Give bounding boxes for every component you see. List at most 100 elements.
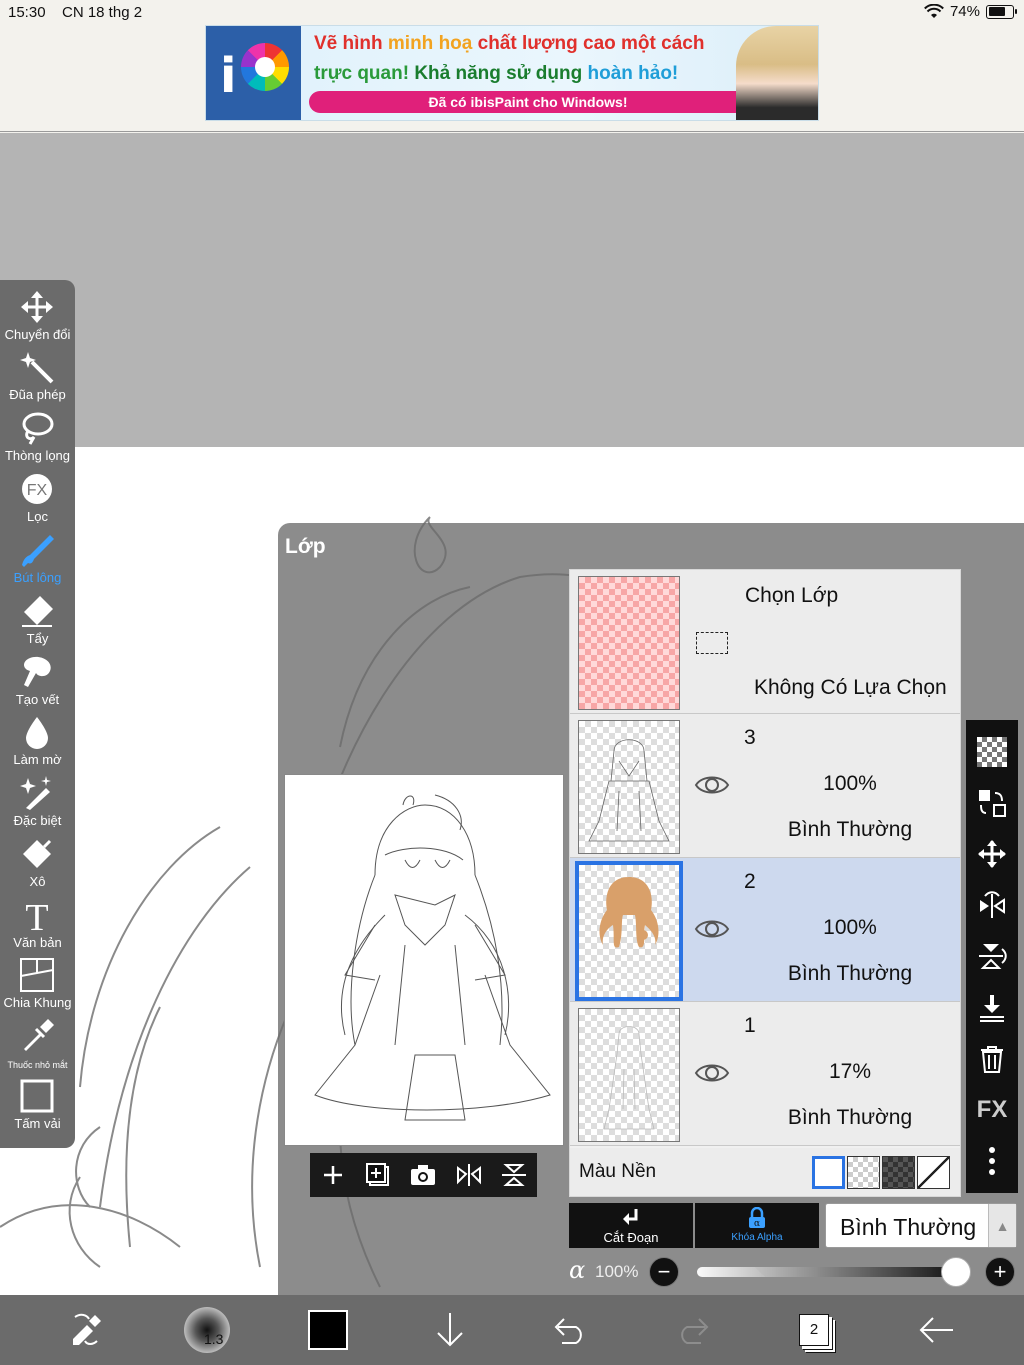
bg-dark-checker-option[interactable] xyxy=(882,1156,915,1189)
clipping-button[interactable]: Cắt Đoạn xyxy=(569,1203,693,1248)
visibility-eye-icon[interactable] xyxy=(694,916,730,942)
opacity-slider[interactable] xyxy=(697,1267,959,1277)
undo-icon[interactable] xyxy=(547,1307,595,1353)
brush-size-button[interactable]: 1.3 xyxy=(183,1307,231,1353)
layer-blend-mode: Bình Thường xyxy=(787,1106,913,1129)
tool-label: Thòng lọng xyxy=(4,448,71,463)
logo-letter-icon: i xyxy=(220,48,237,104)
tool-frame-divider[interactable]: Chia Khung xyxy=(0,956,75,1016)
lock-icon: α xyxy=(749,1207,765,1229)
ad-banner[interactable]: i Vẽ hình minh hoạ chất lượng cao một cá… xyxy=(205,25,819,121)
bucket-icon xyxy=(18,835,56,873)
canvas-outside-area xyxy=(0,133,1024,447)
move-icon xyxy=(18,288,56,326)
layer-opacity: 17% xyxy=(828,1060,872,1083)
tool-fx-filter[interactable]: FX Lọc xyxy=(0,470,75,530)
tool-bucket[interactable]: Xô xyxy=(0,835,75,895)
tool-magic-wand[interactable]: Đũa phép xyxy=(0,348,75,408)
tool-lasso[interactable]: Thòng lọng xyxy=(0,409,75,469)
ad-line-2-c: hoàn hảo! xyxy=(587,63,679,84)
layer-name: 3 xyxy=(744,726,756,749)
layer-list: Chọn Lớp Không Có Lựa Chọn 3 100% Bình Thư… xyxy=(569,569,961,1197)
alpha-lock-button[interactable]: α Khóa Alpha xyxy=(695,1203,819,1248)
ad-area: i Vẽ hình minh hoạ chất lượng cao một cá… xyxy=(0,24,1024,132)
ad-line-1-a: Vẽ hình xyxy=(314,33,388,54)
layer-row[interactable]: 2 100% Bình Thường xyxy=(570,858,960,1002)
move-layer-icon[interactable] xyxy=(974,836,1010,872)
layer-row[interactable]: 3 100% Bình Thường xyxy=(570,714,960,858)
ad-line-1: Vẽ hình minh hoạ chất lượng cao một cách xyxy=(314,33,704,55)
camera-icon[interactable] xyxy=(408,1160,438,1190)
blend-mode-select[interactable]: Bình Thường ▲ xyxy=(825,1203,1017,1248)
layer-row[interactable]: 1 17% Bình Thường xyxy=(570,1002,960,1146)
redo-icon[interactable] xyxy=(668,1307,716,1353)
back-arrow-icon[interactable] xyxy=(912,1307,960,1353)
magic-wand-icon xyxy=(18,348,56,386)
tool-canvas[interactable]: Tấm vải xyxy=(0,1077,75,1137)
layers-button[interactable]: 2 xyxy=(790,1307,838,1353)
transparent-checker-icon[interactable] xyxy=(974,734,1010,770)
bg-white-option[interactable] xyxy=(812,1156,845,1189)
tool-brush[interactable]: Bút lông xyxy=(0,531,75,591)
tool-blur-drop[interactable]: Làm mờ xyxy=(0,713,75,773)
tool-label: Tấm vải xyxy=(14,1116,61,1131)
flip-layer-horizontal-icon[interactable] xyxy=(974,887,1010,923)
selection-layer-thumbnail xyxy=(578,576,680,710)
tool-eraser[interactable]: Tẩy xyxy=(0,592,75,652)
arrow-down-icon[interactable] xyxy=(426,1307,474,1353)
svg-text:T: T xyxy=(25,898,48,932)
selection-layer-title: Chọn Lớp xyxy=(745,584,839,607)
add-layer-icon[interactable] xyxy=(318,1160,348,1190)
opacity-increase-button[interactable]: + xyxy=(985,1257,1015,1287)
layer-blend-mode: Bình Thường xyxy=(787,962,913,985)
opacity-slider-knob[interactable] xyxy=(941,1257,971,1287)
duplicate-layer-icon[interactable] xyxy=(363,1160,393,1190)
tool-label: Làm mờ xyxy=(13,752,62,767)
layer-opacity: 100% xyxy=(823,772,877,795)
svg-text:FX: FX xyxy=(27,482,48,499)
layer-thumbnail xyxy=(575,861,683,1001)
dropdown-arrow-icon: ▲ xyxy=(988,1204,1016,1247)
swap-layers-icon[interactable] xyxy=(974,785,1010,821)
tool-label: Đũa phép xyxy=(9,387,66,402)
merge-down-icon[interactable] xyxy=(974,990,1010,1026)
eyedropper-icon xyxy=(18,1017,56,1055)
more-options-icon[interactable] xyxy=(974,1143,1010,1179)
layer-thumbnail xyxy=(578,1008,680,1142)
tool-label: Đặc biệt xyxy=(13,813,62,828)
visibility-eye-icon[interactable] xyxy=(694,772,730,798)
tool-eyedropper[interactable]: Thuốc nhỏ mắt xyxy=(0,1017,75,1077)
tool-move[interactable]: Chuyển đổi xyxy=(0,288,75,348)
blend-mode-value: Bình Thường xyxy=(840,1214,977,1240)
selection-layer-row[interactable]: Chọn Lớp Không Có Lựa Chọn xyxy=(570,570,960,714)
tool-switch-icon[interactable] xyxy=(62,1307,110,1353)
tool-text[interactable]: T Văn bản xyxy=(0,896,75,956)
ad-line-2-b: Khả năng sử dụng xyxy=(414,63,588,84)
brush-preview: 1.3 xyxy=(184,1307,230,1353)
layer-fx-icon[interactable]: FX xyxy=(974,1092,1010,1128)
flip-horizontal-icon[interactable] xyxy=(454,1160,484,1190)
tool-label: Chia Khung xyxy=(3,995,72,1010)
color-button[interactable] xyxy=(304,1307,352,1353)
visibility-eye-icon[interactable] xyxy=(694,1060,730,1086)
current-color-swatch xyxy=(308,1310,348,1350)
layer-side-toolbar: FX xyxy=(966,720,1018,1193)
tool-label: Tạo vết xyxy=(15,692,60,707)
text-icon: T xyxy=(18,896,56,934)
delete-layer-icon[interactable] xyxy=(974,1041,1010,1077)
flip-vertical-icon[interactable] xyxy=(499,1160,529,1190)
smudge-icon xyxy=(18,653,56,691)
tool-label: Lọc xyxy=(27,509,48,524)
ad-line-1-b: minh hoạ xyxy=(387,33,473,54)
tool-special-pen[interactable]: Đặc biệt xyxy=(0,774,75,834)
ad-character-image xyxy=(736,26,818,120)
layer-opacity-row: α 100% − + xyxy=(569,1256,1019,1288)
layer-name: 2 xyxy=(744,870,756,893)
wifi-icon xyxy=(924,3,944,18)
layer-count: 2 xyxy=(799,1314,829,1346)
tool-smudge[interactable]: Tạo vết xyxy=(0,653,75,713)
bg-transparent-option[interactable] xyxy=(847,1156,880,1189)
bg-none-option[interactable] xyxy=(917,1156,950,1189)
opacity-decrease-button[interactable]: − xyxy=(649,1257,679,1287)
flip-layer-vertical-icon[interactable] xyxy=(974,938,1010,974)
